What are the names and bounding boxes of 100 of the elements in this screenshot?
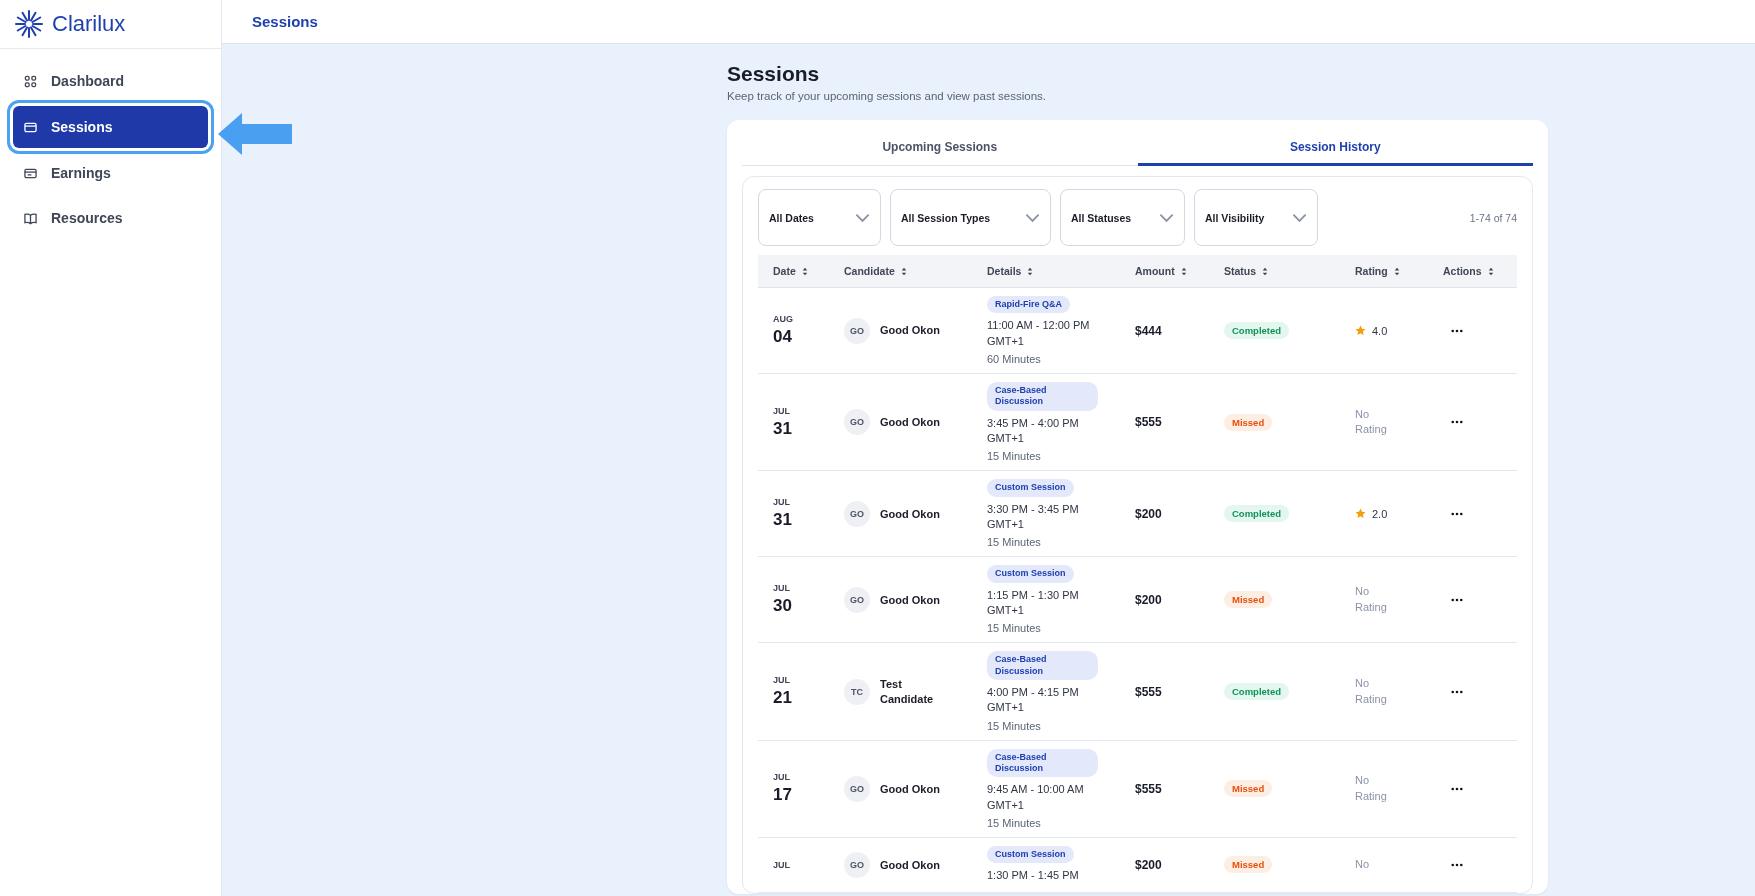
column-header[interactable]: Status [1224, 265, 1355, 277]
card-icon [24, 120, 37, 134]
sort-icon [1262, 266, 1269, 276]
column-header[interactable]: Actions [1443, 265, 1513, 277]
avatar: TC [844, 678, 870, 705]
session-time: 9:45 AM - 10:00 AM GMT+1 [987, 782, 1084, 813]
grid-icon [24, 74, 37, 88]
session-duration: 15 Minutes [987, 450, 1041, 463]
session-type-tag: Case-Based Discussion [987, 382, 1098, 411]
session-type-tag: Custom Session [987, 479, 1074, 497]
sort-icon [1487, 266, 1494, 276]
filter-dropdown[interactable]: All Dates [758, 189, 881, 246]
candidate-name: Good Okon [880, 415, 940, 430]
sort-icon [900, 266, 907, 276]
sort-icon [1027, 266, 1034, 276]
no-rating: No Rating [1355, 584, 1388, 615]
no-rating: No Rating [1355, 773, 1388, 804]
date-day: 04 [773, 327, 844, 347]
column-header[interactable]: Details [987, 265, 1135, 277]
status-badge: Completed [1224, 322, 1290, 339]
status-badge: Completed [1224, 683, 1290, 700]
sidebar-item[interactable]: Dashboard [13, 65, 208, 97]
sort-icon [1393, 266, 1400, 276]
avatar: GO [844, 851, 870, 878]
amount: $555 [1135, 415, 1162, 430]
date-month: JUL [773, 675, 791, 685]
page-subtitle: Keep track of your upcoming sessions and view past sessions. [727, 90, 1047, 102]
page-title: Sessions [727, 62, 821, 86]
date-month: JUL [773, 497, 791, 508]
date-month: JUL [773, 859, 791, 870]
column-header[interactable]: Amount [1135, 265, 1224, 277]
chevron-down-icon [855, 212, 870, 223]
date-month: JUL [773, 583, 791, 594]
column-header[interactable]: Candidate [844, 265, 987, 277]
ellipsis-icon [1451, 420, 1463, 425]
filter-dropdown[interactable]: All Statuses [1060, 189, 1185, 246]
candidate-name: Good Okon [880, 323, 940, 338]
sidebar-item[interactable]: Earnings [13, 157, 208, 189]
avatar: GO [844, 586, 870, 613]
amount: $200 [1135, 592, 1162, 607]
star-icon [1355, 508, 1366, 520]
wallet-icon [24, 166, 37, 180]
session-time: 11:00 AM - 12:00 PM GMT+1 [987, 318, 1090, 349]
chevron-down-icon [1025, 212, 1040, 223]
session-type-tag: Case-Based Discussion [987, 748, 1098, 778]
ellipsis-icon [1451, 597, 1463, 602]
candidate-name: Good Okon [880, 857, 940, 872]
session-duration: 15 Minutes [987, 816, 1041, 829]
amount: $555 [1135, 781, 1162, 796]
amount: $200 [1135, 506, 1162, 521]
session-duration: 15 Minutes [987, 536, 1041, 549]
ellipsis-icon [1451, 511, 1463, 516]
date-month: JUL [773, 772, 791, 783]
date-day: 17 [773, 785, 844, 806]
date-month: AUG [773, 314, 794, 324]
sunburst-logo-icon [14, 9, 44, 39]
session-time: 4:00 PM - 4:15 PM GMT+1 [987, 684, 1079, 716]
avatar: GO [844, 317, 870, 344]
avatar: GO [844, 775, 870, 802]
amount: $555 [1135, 684, 1162, 699]
session-time: 3:45 PM - 4:00 PM GMT+1 [987, 415, 1079, 446]
filter-dropdown[interactable]: All Visibility [1194, 189, 1318, 246]
ellipsis-icon [1451, 786, 1463, 791]
ellipsis-icon [1451, 689, 1463, 694]
column-header[interactable]: Rating [1355, 265, 1443, 277]
brand-name: Clarilux [52, 11, 126, 37]
ellipsis-icon [1451, 862, 1463, 867]
tab[interactable]: Upcoming Sessions [742, 130, 1138, 166]
status-badge: Missed [1224, 591, 1273, 609]
session-duration: 15 Minutes [987, 719, 1041, 732]
status-badge: Missed [1224, 856, 1273, 874]
session-time: 1:15 PM - 1:30 PM GMT+1 [987, 587, 1079, 618]
session-type-tag: Rapid-Fire Q&A [987, 296, 1070, 314]
no-rating: No Rating [1355, 676, 1388, 707]
session-time: 1:30 PM - 1:45 PM [987, 868, 1079, 884]
star-icon [1355, 325, 1366, 336]
chevron-down-icon [1292, 212, 1307, 223]
date-day: 31 [773, 510, 844, 531]
avatar: GO [844, 409, 870, 436]
tab[interactable]: Session History [1137, 130, 1533, 166]
pointer-arrow-icon [218, 113, 292, 155]
header-title: Sessions [252, 13, 318, 30]
session-time: 3:30 PM - 3:45 PM GMT+1 [987, 501, 1079, 532]
status-badge: Completed [1224, 505, 1290, 523]
sort-icon [801, 266, 808, 276]
sidebar-item[interactable]: Resources [13, 202, 208, 234]
column-header[interactable]: Date [773, 265, 844, 277]
candidate-name: Good Okon [880, 781, 940, 796]
status-badge: Missed [1224, 413, 1273, 431]
avatar: GO [844, 500, 870, 527]
no-rating: No [1355, 857, 1371, 873]
chevron-down-icon [1159, 212, 1174, 223]
status-badge: Missed [1224, 780, 1273, 798]
amount: $200 [1135, 857, 1162, 872]
date-day: 30 [773, 596, 844, 617]
no-rating: No Rating [1355, 406, 1388, 438]
filter-dropdown[interactable]: All Session Types [890, 189, 1051, 246]
ellipsis-icon [1451, 328, 1463, 333]
session-type-tag: Custom Session [987, 845, 1074, 864]
candidate-name: Good Okon [880, 592, 940, 607]
